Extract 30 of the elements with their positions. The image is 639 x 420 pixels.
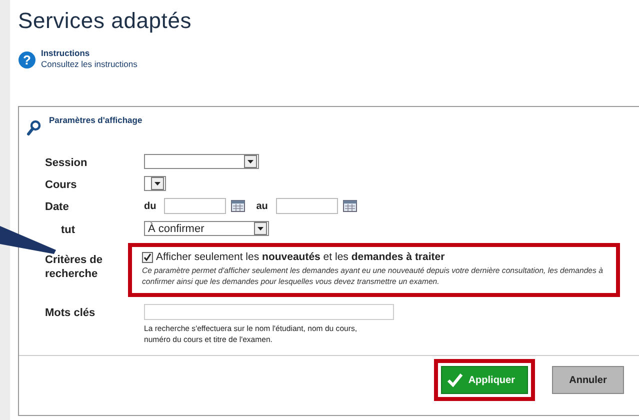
from-label: du	[144, 200, 156, 212]
cancel-button[interactable]: Annuler	[552, 366, 624, 394]
date-field[interactable]	[276, 198, 338, 214]
date-field[interactable]	[164, 198, 226, 214]
panel-title: Paramètres d'affichage	[49, 115, 142, 125]
field-label: Cours	[45, 178, 77, 191]
field-label: Date	[45, 200, 69, 213]
search-icon	[27, 120, 41, 136]
apply-button[interactable]: Appliquer	[441, 366, 528, 394]
callout-pointer	[0, 226, 56, 256]
caret-icon	[254, 222, 267, 235]
keyword-field[interactable]	[144, 304, 394, 320]
dropdown[interactable]	[144, 176, 166, 191]
dropdown[interactable]: À confirmer	[144, 221, 269, 236]
field-label: Critères de recherche	[45, 253, 104, 281]
field-label: Mots clés	[45, 306, 96, 319]
field-label: Session	[45, 156, 88, 169]
help-icon[interactable]: ?	[18, 51, 36, 69]
checkbox-label: Afficher seulement les nouveautés et les demandes à traiter	[156, 251, 445, 263]
caret-icon	[151, 177, 164, 190]
instructions-link[interactable]: Consultez les instructions	[41, 59, 138, 70]
checkbox[interactable]	[142, 252, 153, 262]
caret-icon	[244, 155, 257, 168]
calendar-icon[interactable]	[342, 200, 357, 212]
calendar-icon[interactable]	[231, 200, 246, 212]
check-icon	[447, 373, 464, 387]
instructions-title: Instructions	[41, 48, 91, 59]
field-label: tut	[61, 223, 76, 236]
to-label: au	[256, 200, 268, 212]
page-title: Services adaptés	[18, 8, 193, 34]
